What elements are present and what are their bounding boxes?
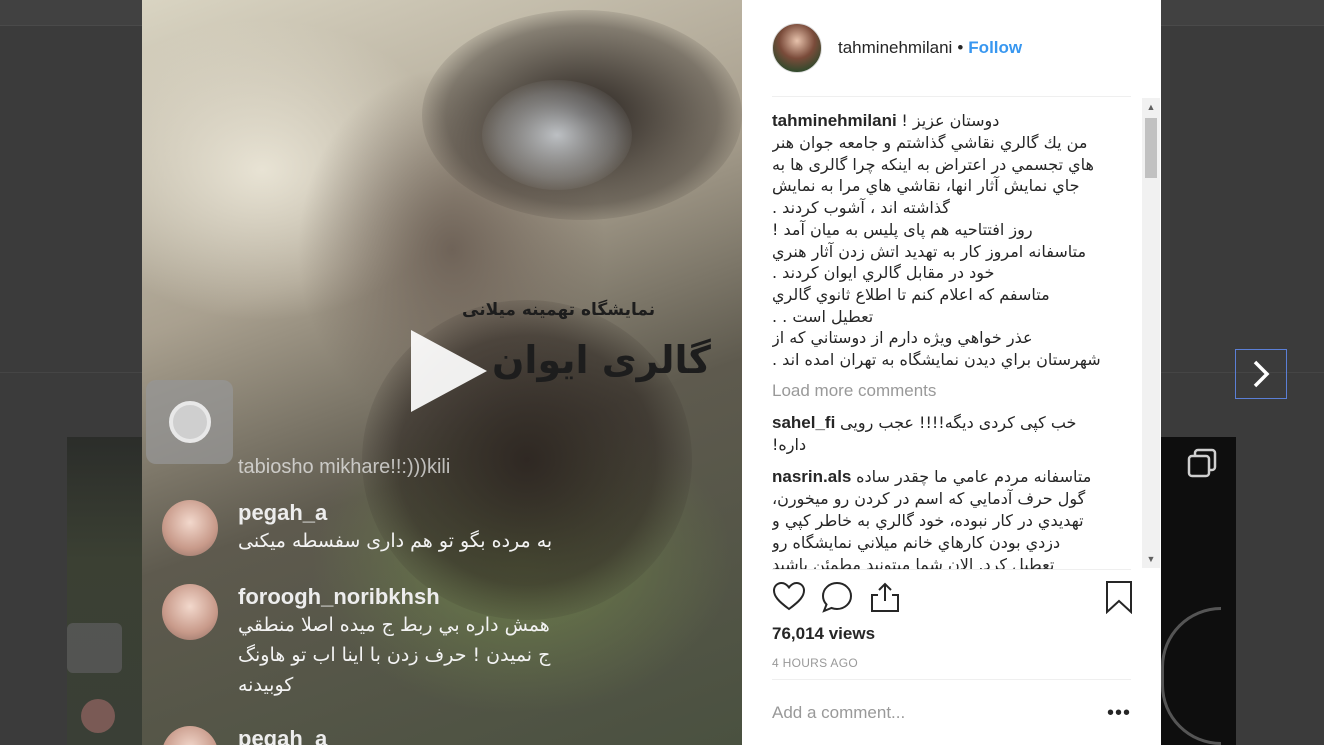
live-comment-avatar: [162, 584, 218, 640]
post-author-username[interactable]: tahminehmilani: [838, 38, 952, 58]
video-overlay-subtitle: نمایشگاه تهمینه میلانی: [462, 300, 656, 320]
live-comment-username: pegah_a: [238, 500, 328, 525]
comment-username[interactable]: nasrin.als: [772, 467, 851, 486]
live-comment-message-line: کوبيدنه: [238, 674, 294, 696]
more-options-button[interactable]: •••: [1107, 702, 1131, 725]
comment-bubble-icon[interactable]: [820, 580, 854, 614]
live-comment-username: foroogh_noribkhsh: [238, 584, 440, 609]
live-comment-username: pegah_a: [238, 726, 328, 745]
post-details-panel: tahminehmilani • Follow tahminehmilani د…: [742, 0, 1161, 745]
comment-line: دزدي بودن كارهاي خانم ميلاني نمايشگاه رو: [772, 532, 1061, 552]
comment-line: داره!: [772, 434, 807, 454]
share-icon[interactable]: [868, 580, 902, 614]
comment-text-first: متاسفانه مردم عامي ما چقدر ساده: [856, 466, 1092, 486]
background-avatar: [81, 699, 115, 733]
caption-text-first: دوستان عزيز !: [901, 111, 1000, 130]
background-record-button: [67, 623, 122, 673]
comment-line: تعطيل كرد. الان شما ميتونيد مطمئن باشيد: [772, 554, 1055, 570]
caption-line: روز افتتاحيه هم پای پليس به ميان آمد !: [772, 219, 1033, 239]
divider: [772, 96, 1131, 97]
comment: sahel_fi خب کپی کردی دیگه!!!! عجب رویی د…: [772, 412, 1112, 456]
follow-button[interactable]: Follow: [968, 38, 1022, 58]
scroll-down-icon[interactable]: ▼: [1142, 550, 1160, 568]
chevron-right-icon: [1253, 360, 1270, 388]
caption-line: من يك گالري نقاشي گذاشتم و جامعه جوان هن…: [772, 133, 1088, 152]
live-comment-message-line: همش داره بي ربط ج ميده اصلا منطقي: [238, 614, 550, 636]
comment-line: تهديدي در كار نبوده، خود گالري به خاطر ك…: [772, 510, 1084, 530]
live-comment-message-line: ج نميدن ! حرف زدن با اينا اب تو هاونگ: [238, 644, 551, 666]
scroll-up-icon[interactable]: ▲: [1142, 98, 1160, 116]
live-record-button: [146, 380, 233, 464]
background-thumbnail-shape: [1161, 607, 1221, 745]
scrollbar-thumb[interactable]: [1145, 118, 1157, 178]
divider: [772, 569, 1131, 570]
record-circle-icon: [168, 401, 211, 443]
post-timestamp[interactable]: 4 HOURS AGO: [772, 656, 858, 670]
caption-line: متاسفانه امروز كار به تهديد اتش زدن آثار…: [772, 241, 1087, 261]
comment-username[interactable]: sahel_fi: [772, 413, 835, 432]
comment-line: گول حرف آدمايي كه اسم در كردن رو ميخورن،: [772, 488, 1086, 508]
live-comment: pegah_a: [162, 726, 327, 745]
live-comment-message: به مرده بگو تو هم داری سفسطه میکنی: [238, 530, 553, 552]
caption-line: خود در مقابل گالري ايوان كردند .: [772, 263, 995, 283]
video-overlay-title: گالری ایوان: [492, 338, 711, 382]
add-comment-input[interactable]: [772, 703, 1072, 723]
divider: [772, 679, 1131, 680]
like-heart-icon[interactable]: [772, 580, 806, 614]
caption-line: متاسفم كه اعلام كنم تا اطلاع ثانوي گالري: [772, 284, 1050, 304]
next-post-button[interactable]: [1235, 349, 1287, 399]
caption-line: هاي تجسمي در اعتراض به اينكه چرا گالری ه…: [772, 154, 1094, 174]
background-post-thumbnail-right[interactable]: [1161, 437, 1236, 745]
comments-scrollbar[interactable]: ▲ ▼: [1142, 98, 1160, 568]
live-comment: pegah_a به مرده بگو تو هم داری سفسطه میک…: [162, 500, 552, 556]
comment-text-first: خب کپی کردی دیگه!!!! عجب رویی: [840, 412, 1077, 432]
live-comment-text-partial: tabiosho mikhare!!:)))kili: [238, 456, 451, 478]
play-icon[interactable]: [407, 330, 489, 412]
post-header: tahminehmilani • Follow: [742, 0, 1161, 96]
caption-line: جاي نمايش آثار انها، نقاشي هاي مرا به نم…: [772, 176, 1080, 196]
video-glasses: [482, 80, 632, 190]
separator-dot: •: [957, 38, 964, 57]
multiple-posts-icon: [1187, 448, 1217, 478]
view-count[interactable]: 76,014 views: [772, 624, 875, 644]
caption: tahminehmilani دوستان عزيز ! من يك گالري…: [772, 110, 1112, 371]
live-comment-avatar: [162, 726, 218, 745]
live-comment-avatar: [162, 500, 218, 556]
caption-line: گذاشته اند ، آشوب كردند .: [772, 198, 950, 218]
background-post-thumbnail-left[interactable]: [67, 437, 147, 745]
caption-line: شهرستان براي ديدن نمايشگاه به تهران امده…: [772, 350, 1101, 370]
caption-username[interactable]: tahminehmilani: [772, 111, 897, 130]
bookmark-icon[interactable]: [1102, 580, 1136, 614]
caption-body: من يك گالري نقاشي گذاشتم و جامعه جوان هن…: [772, 132, 1112, 371]
caption-line: عذر خواهي ويژه دارم از دوستاني كه از: [772, 328, 1033, 348]
load-more-comments-button[interactable]: Load more comments: [772, 380, 1112, 402]
live-comment: foroogh_noribkhsh همش داره بي ربط ج ميده…: [162, 584, 550, 700]
avatar[interactable]: [772, 23, 822, 73]
caption-line: تعطيل است . .: [772, 306, 874, 326]
post-actions: [772, 580, 1132, 616]
comments-list[interactable]: tahminehmilani دوستان عزيز ! من يك گالري…: [772, 110, 1112, 570]
comment: nasrin.als متاسفانه مردم عامي ما چقدر سا…: [772, 466, 1112, 570]
post-video[interactable]: نمایشگاه تهمینه میلانی گالری ایوان tabio…: [142, 0, 742, 745]
